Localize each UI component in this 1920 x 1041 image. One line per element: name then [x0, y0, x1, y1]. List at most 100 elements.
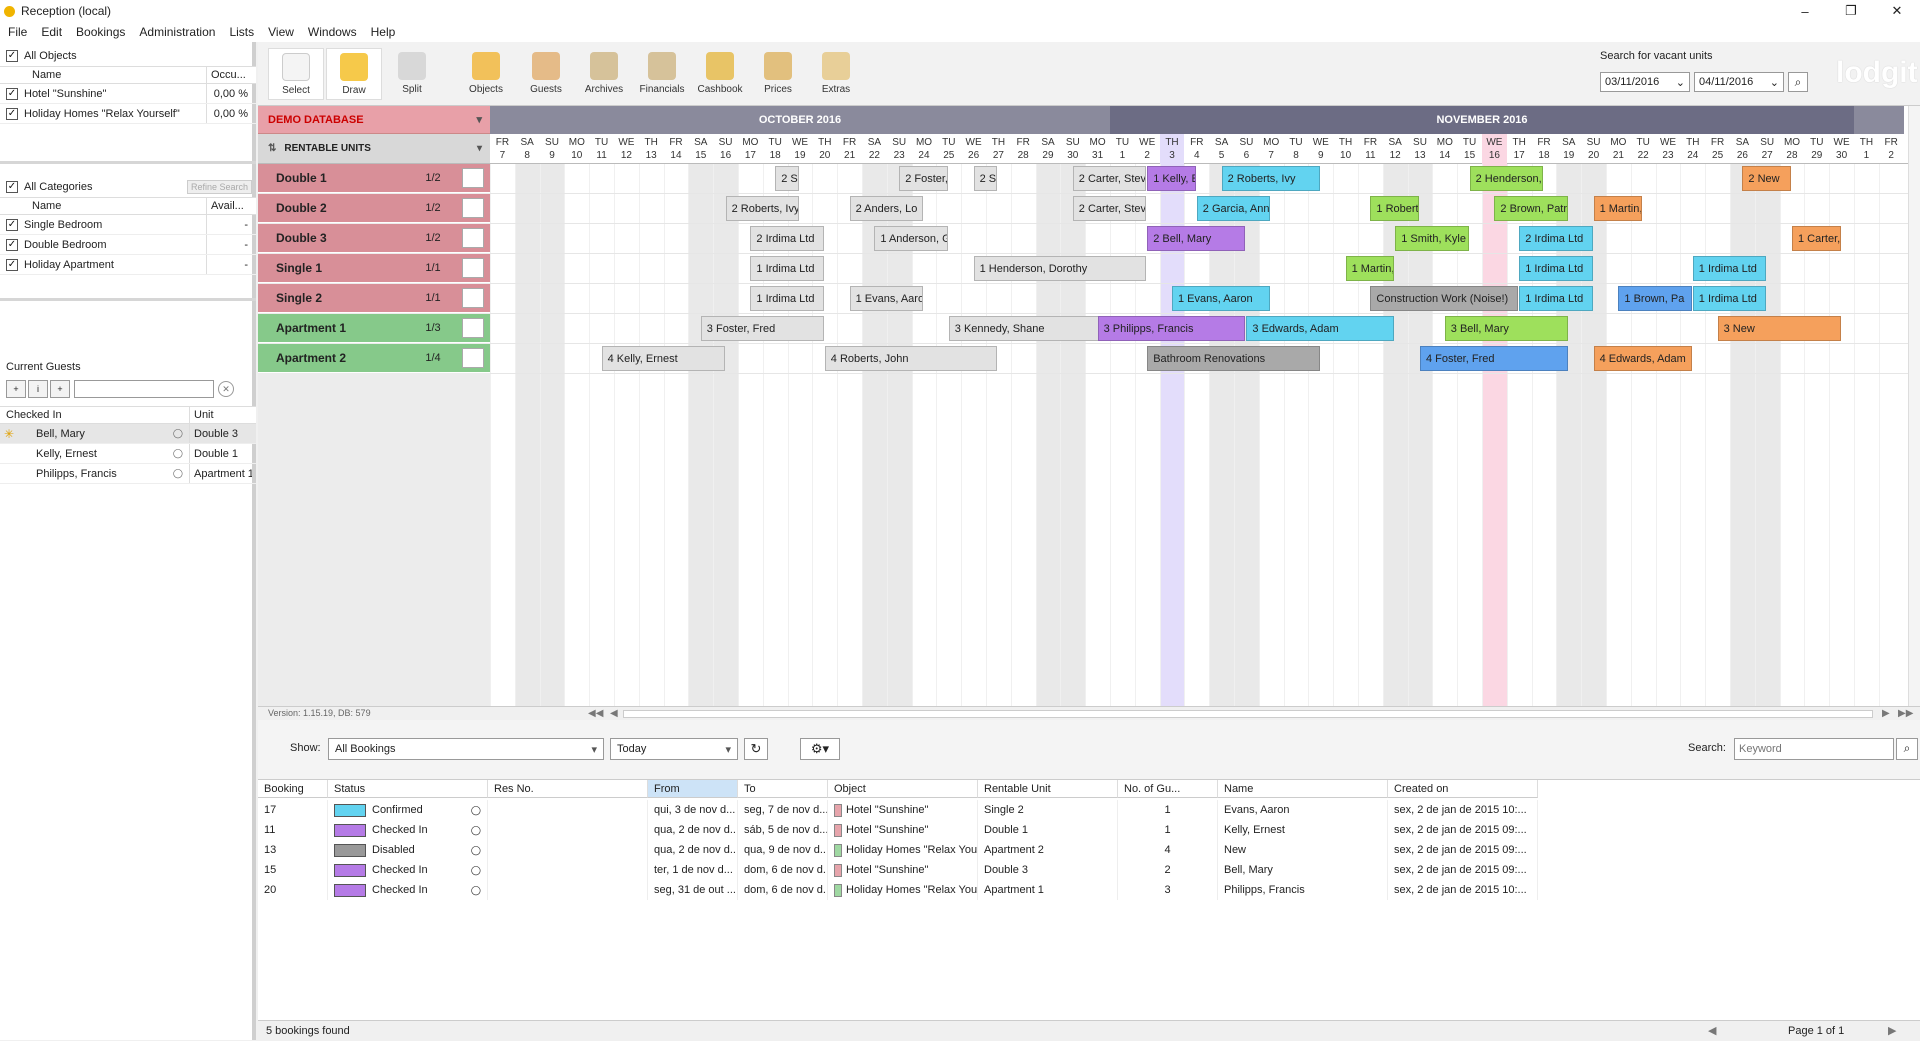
unit-row[interactable]: Single 2 1/1 [258, 284, 490, 313]
booking-bar[interactable]: 1 Brown, Pa [1618, 286, 1692, 311]
column-header[interactable]: Object [828, 780, 978, 798]
booking-bar[interactable]: 2 Bell, Mary [1147, 226, 1246, 251]
list-item[interactable]: ✓ Holiday Homes "Relax Yourself" 0,00 % [0, 104, 256, 124]
list-item[interactable]: ✓ Single Bedroom - [0, 215, 256, 235]
day-column[interactable] [1705, 164, 1730, 706]
planner-vertical-scrollbar[interactable] [1908, 106, 1920, 706]
chevron-down-icon[interactable]: ⌄ [1676, 76, 1685, 89]
status-menu-icon[interactable]: ◯ [471, 820, 481, 840]
booking-bar[interactable]: 2 Irdima Ltd [1519, 226, 1593, 251]
cleaning-icon[interactable] [462, 348, 484, 368]
booking-bar[interactable]: 3 Kennedy, Shane [948, 316, 1122, 341]
day-column[interactable] [1754, 164, 1780, 706]
table-row[interactable]: 13 Disabled ◯ qua, 2 de nov d... qua, 9 de n… [258, 840, 1920, 860]
booking-bar[interactable]: 1 Irdima Ltd [1692, 256, 1767, 281]
booking-bar[interactable]: 2 Brown, Patricia [1494, 196, 1568, 221]
table-row[interactable]: 17 Confirmed ◯ qui, 3 de nov d... seg, 7 de … [258, 800, 1920, 820]
vacant-date-from[interactable]: 03/11/2016 ⌄ [1600, 72, 1690, 92]
period-select[interactable]: Today ▾ [610, 738, 738, 760]
page-prev-icon[interactable]: ◀ [1708, 1021, 1716, 1041]
booking-bar[interactable]: 1 Evans, Aaron [1172, 286, 1271, 311]
day-column[interactable] [1283, 164, 1309, 706]
list-item[interactable]: ✓ Holiday Apartment - [0, 255, 256, 275]
unit-row[interactable]: Single 1 1/1 [258, 254, 490, 283]
column-header[interactable]: No. of Gu... [1118, 780, 1218, 798]
units-header[interactable]: ⇅ RENTABLE UNITS ▾ [258, 134, 490, 164]
column-header[interactable]: Rentable Unit [978, 780, 1118, 798]
financials-button[interactable]: Financials [634, 48, 690, 100]
scroll-first-icon[interactable]: ◀◀ [588, 707, 603, 720]
all-objects-checkbox[interactable]: ✓ [6, 50, 18, 62]
booking-bar[interactable]: 3 Edwards, Adam [1246, 316, 1395, 341]
list-item[interactable]: ✓ Double Bedroom - [0, 235, 256, 255]
table-row[interactable]: 11 Checked In ◯ qua, 2 de nov d... sáb, 5 de… [258, 820, 1920, 840]
day-column[interactable] [1630, 164, 1656, 706]
day-column[interactable] [1010, 164, 1036, 706]
maximize-button[interactable]: ❐ [1828, 0, 1874, 22]
day-column[interactable] [1482, 164, 1507, 706]
booking-bar[interactable]: 2 Foster, Fre [899, 166, 948, 191]
booking-bar[interactable]: 2 Roberts, Ivy [725, 196, 799, 221]
column-header[interactable]: Status [328, 780, 488, 798]
clear-search-icon[interactable]: ✕ [218, 381, 234, 397]
split-tool-button[interactable]: Split [384, 48, 440, 100]
cleaning-icon[interactable] [462, 258, 484, 278]
unit-row[interactable]: Double 3 1/2 [258, 224, 490, 253]
day-column[interactable] [1358, 164, 1383, 706]
guest-row[interactable]: ✳ Bell, Mary ◯ Double 3 [0, 424, 256, 444]
guests-button[interactable]: Guests [518, 48, 574, 100]
booking-bar[interactable]: 1 Smith, Kyle [1395, 226, 1469, 251]
day-column[interactable] [1680, 164, 1705, 706]
guests-col-unit[interactable]: Unit [190, 407, 252, 423]
booking-bar[interactable]: 1 Evans, Aaron [849, 286, 923, 311]
booking-bar[interactable]: 1 Irdima Ltd [1519, 286, 1593, 311]
cashbook-button[interactable]: Cashbook [692, 48, 748, 100]
booking-bar[interactable]: 1 Roberts, Jc [1370, 196, 1419, 221]
booking-bar[interactable]: 2 Smith [973, 166, 998, 191]
planner-horizontal-scrollbar[interactable] [623, 710, 1873, 718]
vacant-date-to[interactable]: 04/11/2016 ⌄ [1694, 72, 1784, 92]
menu-edit[interactable]: Edit [41, 25, 62, 39]
day-column[interactable] [1854, 164, 1879, 706]
objects-col-occ[interactable]: Occu... [207, 67, 252, 83]
cleaning-icon[interactable] [462, 288, 484, 308]
menu-bookings[interactable]: Bookings [76, 25, 125, 39]
booking-bar[interactable]: 4 Roberts, John [824, 346, 998, 371]
day-column[interactable] [688, 164, 714, 706]
cleaning-icon[interactable] [462, 198, 484, 218]
booking-bar[interactable]: 1 Martin, Bric [1593, 196, 1643, 221]
archives-button[interactable]: Archives [576, 48, 632, 100]
day-column[interactable] [961, 164, 986, 706]
prices-button[interactable]: Prices [750, 48, 806, 100]
guest-group-icon[interactable]: + [50, 380, 70, 398]
day-column[interactable] [589, 164, 614, 706]
booking-bar[interactable]: 4 Kelly, Ernest [601, 346, 725, 371]
category-checkbox[interactable]: ✓ [6, 238, 18, 251]
objects-col-name[interactable]: Name [0, 67, 207, 83]
column-header[interactable]: Booking [258, 780, 328, 798]
refine-search-button[interactable]: Refine Search [186, 180, 252, 194]
guest-search-input[interactable] [74, 380, 214, 398]
bookings-search-input[interactable] [1734, 738, 1894, 760]
booking-bar[interactable]: 1 Irdima Ltd [750, 256, 824, 281]
scroll-next-icon[interactable]: ▶ [1882, 707, 1890, 720]
booking-bar[interactable]: 2 Henderson, Dor [1469, 166, 1543, 191]
search-icon[interactable]: ⌕ [1896, 738, 1918, 760]
categories-col-avail[interactable]: Avail... [207, 198, 252, 214]
vacant-search-icon[interactable]: ⌕ [1788, 72, 1808, 92]
categories-col-name[interactable]: Name [0, 198, 207, 214]
all-objects-row[interactable]: ✓ All Objects [0, 46, 256, 66]
day-column[interactable] [1110, 164, 1135, 706]
booking-bar[interactable]: 4 Edwards, Adam [1593, 346, 1692, 371]
draw-tool-button[interactable]: Draw [326, 48, 382, 100]
object-checkbox[interactable]: ✓ [6, 87, 18, 100]
scroll-prev-icon[interactable]: ◀ [610, 707, 618, 720]
guests-col-checked-in[interactable]: Checked In [0, 407, 190, 423]
booking-bar[interactable]: 3 New [1717, 316, 1841, 341]
refresh-icon[interactable]: ↻ [744, 738, 768, 760]
select-tool-button[interactable]: Select [268, 48, 324, 100]
day-column[interactable] [1308, 164, 1333, 706]
cleaning-icon[interactable] [462, 318, 484, 338]
column-header[interactable]: Name [1218, 780, 1388, 798]
category-checkbox[interactable]: ✓ [6, 258, 18, 271]
